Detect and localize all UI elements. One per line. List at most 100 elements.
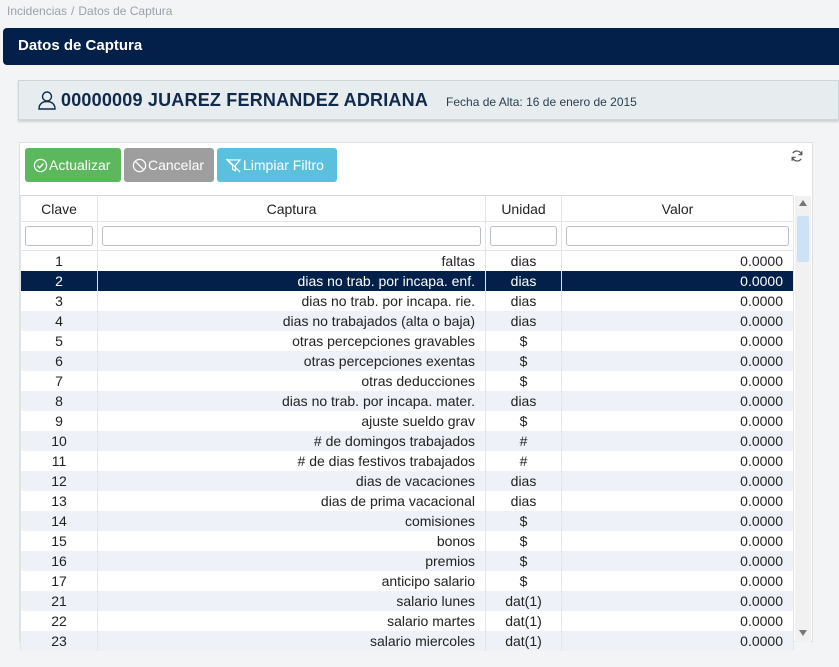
cell-unidad: dias: [485, 250, 562, 271]
column-header-unidad[interactable]: Unidad: [485, 195, 562, 222]
cell-clave: 15: [20, 531, 98, 551]
cell-valor: 0.0000: [561, 531, 794, 551]
cell-valor: 0.0000: [561, 331, 794, 351]
cell-clave: 23: [20, 631, 98, 651]
cell-captura: salario lunes: [97, 591, 486, 611]
cell-clave: 13: [20, 491, 98, 511]
clear-filter-button[interactable]: Limpiar Filtro: [217, 148, 337, 182]
employee-card: 00000009 JUAREZ FERNANDEZ ADRIANA Fecha …: [18, 80, 839, 120]
cell-captura: bonos: [97, 531, 486, 551]
cell-clave: 10: [20, 431, 98, 451]
cell-clave: 8: [20, 391, 98, 411]
filter-slash-icon: [225, 158, 242, 172]
capture-panel: Actualizar Cancelar Limpiar Filtro Clave…: [19, 142, 813, 651]
cell-valor: 0.0000: [561, 431, 794, 451]
cell-valor: 0.0000: [561, 271, 794, 291]
filter-captura-input[interactable]: [102, 226, 481, 246]
cell-clave: 1: [20, 250, 98, 271]
cell-clave: 11: [20, 451, 98, 471]
cell-clave: 4: [20, 311, 98, 331]
filter-unidad-input[interactable]: [490, 226, 557, 246]
cell-clave: 21: [20, 591, 98, 611]
table-row[interactable]: 21 salario lunes dat(1) 0.0000: [20, 591, 794, 611]
cell-captura: dias no trab. por incapa. rie.: [97, 291, 486, 311]
cell-unidad: dias: [485, 271, 562, 291]
ban-icon: [132, 158, 147, 172]
table-row[interactable]: 10 # de domingos trabajados #0.0000: [20, 431, 794, 451]
refresh-icon[interactable]: [790, 149, 804, 163]
breadcrumb-incidencias[interactable]: Incidencias: [7, 4, 67, 18]
cell-unidad: dias: [485, 391, 562, 411]
cell-valor: 0.0000: [561, 471, 794, 491]
table-row[interactable]: 14 comisiones $0.0000: [20, 511, 794, 531]
cell-unidad: #: [485, 431, 562, 451]
cell-captura: dias no trabajados (alta o baja): [97, 311, 486, 331]
table-row[interactable]: 16 premios $0.0000: [20, 551, 794, 571]
column-header-captura[interactable]: Captura: [97, 195, 486, 222]
clear-filter-button-label: Limpiar Filtro: [243, 157, 324, 173]
filter-clave-input[interactable]: [25, 226, 93, 246]
table-row[interactable]: 15 bonos $0.0000: [20, 531, 794, 551]
column-header-valor[interactable]: Valor: [561, 195, 794, 222]
cell-clave: 22: [20, 611, 98, 631]
cell-valor: 0.0000: [561, 511, 794, 531]
cell-captura: # de dias festivos trabajados: [97, 451, 486, 471]
cell-unidad: dias: [485, 471, 562, 491]
table-row[interactable]: 1 faltas dias 0.0000: [20, 250, 794, 271]
cell-valor: 0.0000: [561, 411, 794, 431]
update-button-label: Actualizar: [49, 157, 111, 173]
cell-valor: 0.0000: [561, 631, 794, 651]
filter-valor-input[interactable]: [566, 226, 789, 246]
cell-valor: 0.0000: [561, 611, 794, 631]
cell-clave: 17: [20, 571, 98, 591]
employee-hire-date: Fecha de Alta: 16 de enero de 2015: [446, 94, 637, 109]
cell-valor: 0.0000: [561, 491, 794, 511]
grid-body: 1 faltas dias 0.0000 2 dias no trab. por inca…: [20, 250, 794, 651]
cell-valor: 0.0000: [561, 591, 794, 611]
cell-captura: dias de vacaciones: [97, 471, 486, 491]
table-row[interactable]: 17 anticipo salario $0.0000: [20, 571, 794, 591]
cell-unidad: $: [485, 571, 562, 591]
scroll-thumb[interactable]: [797, 216, 809, 262]
table-row[interactable]: 4 dias no trabajados (alta o baja) dias 0.0…: [20, 311, 794, 331]
table-row[interactable]: 22 salario martes dat(1) 0.0000: [20, 611, 794, 631]
cell-valor: 0.0000: [561, 451, 794, 471]
cell-captura: otras percepciones exentas: [97, 351, 486, 371]
cell-captura: otras deducciones: [97, 371, 486, 391]
user-icon: [38, 91, 56, 110]
cell-valor: 0.0000: [561, 391, 794, 411]
scroll-up-icon[interactable]: [799, 200, 807, 206]
cell-unidad: dat(1): [485, 611, 562, 631]
column-header-clave[interactable]: Clave: [20, 195, 98, 222]
table-row[interactable]: 11 # de dias festivos trabajados #0.0000: [20, 451, 794, 471]
cell-captura: otras percepciones gravables: [97, 331, 486, 351]
grid-scrollbar[interactable]: [795, 196, 811, 642]
cell-clave: 7: [20, 371, 98, 391]
capture-grid: Clave Captura Unidad Valor 1 faltas dias 0.…: [20, 195, 794, 651]
table-row[interactable]: 12 dias de vacaciones dias 0.0000: [20, 471, 794, 491]
cell-captura: dias no trab. por incapa. mater.: [97, 391, 486, 411]
cell-captura: dias no trab. por incapa. enf.: [97, 271, 486, 291]
table-row[interactable]: 23 salario miercoles dat(1) 0.0000: [20, 631, 794, 651]
update-button[interactable]: Actualizar: [25, 148, 121, 182]
scroll-down-icon[interactable]: [799, 630, 807, 636]
table-row[interactable]: 2 dias no trab. por incapa. enf. dias 0.000…: [20, 271, 794, 291]
cell-captura: salario miercoles: [97, 631, 486, 651]
cell-captura: premios: [97, 551, 486, 571]
table-row[interactable]: 5 otras percepciones gravables $0.0000: [20, 331, 794, 351]
table-row[interactable]: 9 ajuste sueldo grav $0.0000: [20, 411, 794, 431]
cell-unidad: $: [485, 371, 562, 391]
cell-unidad: dias: [485, 311, 562, 331]
table-row[interactable]: 13 dias de prima vacacional dias 0.0000: [20, 491, 794, 511]
cell-valor: 0.0000: [561, 291, 794, 311]
table-row[interactable]: 6 otras percepciones exentas $0.0000: [20, 351, 794, 371]
cell-valor: 0.0000: [561, 551, 794, 571]
cell-captura: salario martes: [97, 611, 486, 631]
cell-clave: 9: [20, 411, 98, 431]
cell-unidad: dat(1): [485, 631, 562, 651]
cancel-button[interactable]: Cancelar: [124, 148, 214, 182]
breadcrumb-current: Datos de Captura: [78, 4, 173, 18]
table-row[interactable]: 3 dias no trab. por incapa. rie. dias 0.000…: [20, 291, 794, 311]
table-row[interactable]: 8 dias no trab. por incapa. mater. dias 0.0…: [20, 391, 794, 411]
table-row[interactable]: 7 otras deducciones $0.0000: [20, 371, 794, 391]
